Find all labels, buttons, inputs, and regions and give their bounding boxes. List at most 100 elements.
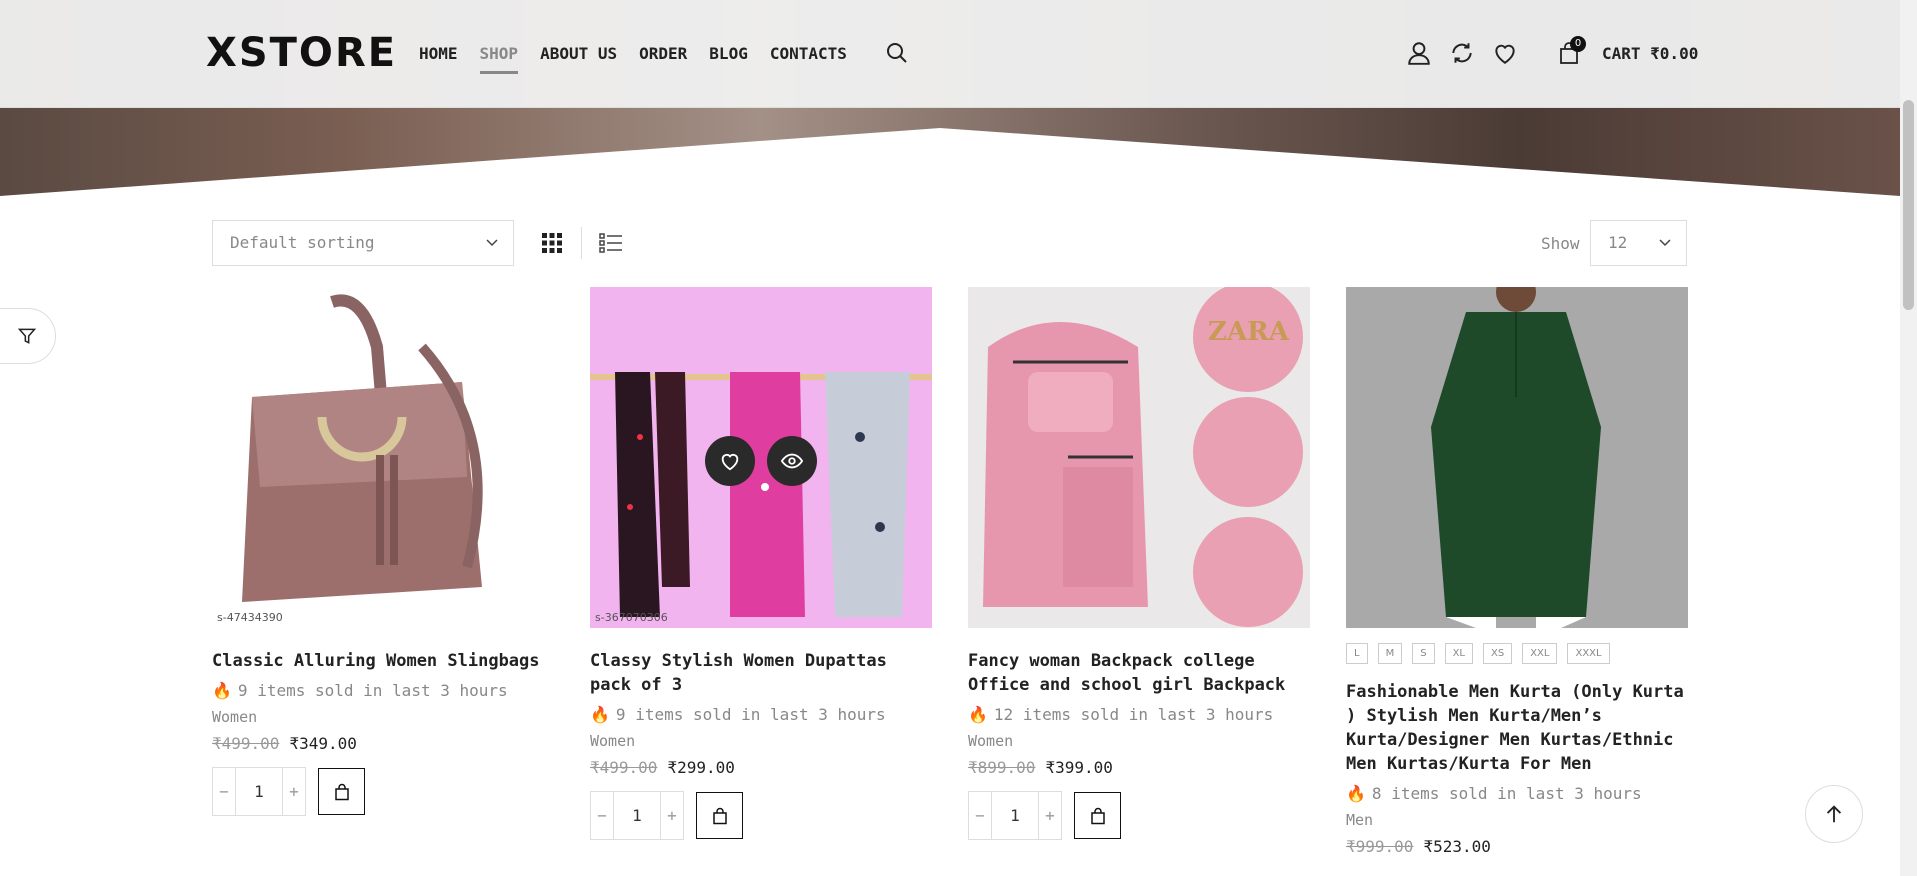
- product-price: ₹499.00 ₹349.00: [212, 734, 554, 753]
- product-price: ₹899.00 ₹399.00: [968, 758, 1310, 777]
- per-page-select[interactable]: 12: [1590, 220, 1687, 266]
- logo[interactable]: XSTORE: [206, 30, 397, 76]
- old-price: ₹999.00: [1346, 837, 1414, 856]
- per-page-value: 12: [1608, 233, 1628, 252]
- shopping-bag-icon: [1090, 807, 1105, 824]
- product-code: s-47434390: [217, 611, 283, 624]
- quantity-value[interactable]: 1: [235, 768, 283, 815]
- old-price: ₹499.00: [590, 758, 658, 777]
- product-image[interactable]: s-367070306: [590, 287, 932, 628]
- add-to-cart-row: − 1 +: [212, 767, 554, 816]
- nav-home[interactable]: HOME: [419, 44, 458, 74]
- compare-icon[interactable]: [1447, 38, 1477, 68]
- eye-icon: [781, 453, 803, 469]
- add-to-cart-row: − 1 +: [968, 791, 1310, 840]
- minus-button[interactable]: −: [591, 806, 613, 825]
- wishlist-icon[interactable]: [1490, 38, 1520, 68]
- add-to-cart-button[interactable]: [696, 792, 743, 839]
- dupattas-image: [590, 372, 932, 617]
- sold-info: 🔥 12 items sold in last 3 hours: [968, 705, 1310, 724]
- quick-view-button[interactable]: [767, 436, 817, 486]
- search-icon[interactable]: [882, 38, 912, 68]
- shopping-bag-icon: [334, 783, 349, 800]
- nav-blog[interactable]: BLOG: [709, 44, 748, 74]
- size-swatch[interactable]: L: [1346, 643, 1368, 664]
- show-label: Show: [1541, 234, 1580, 253]
- product-title[interactable]: Fashionable Men Kurta (Only Kurta ) Styl…: [1346, 680, 1688, 776]
- sale-price: ₹299.00: [667, 758, 735, 777]
- account-icon[interactable]: [1404, 38, 1434, 68]
- product-category[interactable]: Women: [968, 732, 1310, 750]
- fire-icon: 🔥: [212, 681, 232, 700]
- nav-order[interactable]: ORDER: [639, 44, 687, 74]
- back-to-top-button[interactable]: [1805, 785, 1863, 843]
- cart-total[interactable]: CART ₹0.00: [1602, 44, 1698, 63]
- size-swatch[interactable]: XXL: [1522, 643, 1558, 664]
- filter-icon: [17, 328, 37, 344]
- fire-icon: 🔥: [968, 705, 988, 724]
- sale-price: ₹399.00: [1045, 758, 1113, 777]
- list-view-icon[interactable]: [598, 230, 624, 256]
- nav-contacts[interactable]: CONTACTS: [770, 44, 847, 74]
- add-to-cart-button[interactable]: [1074, 792, 1121, 839]
- shopping-bag-icon: [712, 807, 727, 824]
- sold-info: 🔥 9 items sold in last 3 hours: [212, 681, 554, 700]
- product-category[interactable]: Men: [1346, 811, 1688, 829]
- quantity-value[interactable]: 1: [613, 792, 661, 839]
- sold-info: 🔥 9 items sold in last 3 hours: [590, 705, 932, 724]
- arrow-up-icon: [1826, 805, 1842, 823]
- scrollbar-thumb[interactable]: [1903, 100, 1914, 310]
- plus-button[interactable]: +: [661, 806, 683, 825]
- old-price: ₹899.00: [968, 758, 1036, 777]
- quantity-stepper[interactable]: − 1 +: [968, 791, 1062, 840]
- plus-button[interactable]: +: [1039, 806, 1061, 825]
- add-to-cart-row: − 1 +: [590, 791, 932, 840]
- scrollbar[interactable]: [1900, 0, 1917, 876]
- size-swatch[interactable]: M: [1377, 643, 1403, 664]
- sale-price: ₹523.00: [1423, 837, 1491, 856]
- plus-button[interactable]: +: [283, 782, 305, 801]
- sort-select[interactable]: Default sorting: [212, 220, 514, 266]
- product-title[interactable]: Fancy woman Backpack college Office and …: [968, 649, 1310, 697]
- product-price: ₹999.00 ₹523.00: [1346, 837, 1688, 856]
- filter-toggle[interactable]: [0, 308, 56, 364]
- nav-about-us[interactable]: ABOUT US: [540, 44, 617, 74]
- product-category[interactable]: Women: [590, 732, 932, 750]
- product-image[interactable]: s-47434390: [212, 287, 554, 628]
- product-card: ZARA Fancy woman Backpack college Office…: [968, 287, 1310, 840]
- grid-view-icon[interactable]: [539, 230, 565, 256]
- quantity-stepper[interactable]: − 1 +: [212, 767, 306, 816]
- sort-value: Default sorting: [230, 233, 375, 252]
- size-swatch[interactable]: XXXL: [1567, 643, 1610, 664]
- size-swatch[interactable]: S: [1412, 643, 1435, 664]
- fire-icon: 🔥: [1346, 784, 1366, 803]
- sold-text: 12 items sold in last 3 hours: [993, 705, 1274, 724]
- quantity-stepper[interactable]: − 1 +: [590, 791, 684, 840]
- product-title[interactable]: Classic Alluring Women Slingbags: [212, 649, 554, 673]
- minus-button[interactable]: −: [969, 806, 991, 825]
- fire-icon: 🔥: [590, 705, 610, 724]
- product-card: L M S XL XS XXL XXXL Fashionable Men Kur…: [1346, 287, 1688, 856]
- product-code: s-367070306: [595, 611, 668, 624]
- product-card: s-367070306 Classy Stylish Women Dupatta…: [590, 287, 932, 840]
- size-swatch[interactable]: XL: [1444, 643, 1473, 664]
- cart-count-badge: 0: [1570, 36, 1586, 52]
- sale-price: ₹349.00: [289, 734, 357, 753]
- add-to-cart-button[interactable]: [318, 768, 365, 815]
- minus-button[interactable]: −: [213, 782, 235, 801]
- sold-info: 🔥 8 items sold in last 3 hours: [1346, 784, 1688, 803]
- size-swatch[interactable]: XS: [1483, 643, 1513, 664]
- quantity-value[interactable]: 1: [991, 792, 1039, 839]
- sold-text: 9 items sold in last 3 hours: [237, 681, 508, 700]
- product-title[interactable]: Classy Stylish Women Dupattas pack of 3: [590, 649, 932, 697]
- product-category[interactable]: Women: [212, 708, 554, 726]
- product-image[interactable]: ZARA: [968, 287, 1310, 628]
- nav-shop[interactable]: SHOP: [479, 44, 519, 74]
- heart-icon: [721, 454, 739, 471]
- sold-text: 9 items sold in last 3 hours: [615, 705, 886, 724]
- main-nav: HOME SHOP ABOUT US ORDER BLOG CONTACTS: [419, 44, 847, 74]
- site-header: XSTORE HOME SHOP ABOUT US ORDER BLOG CON…: [0, 0, 1900, 108]
- add-to-wishlist-button[interactable]: [705, 436, 755, 486]
- product-image[interactable]: [1346, 287, 1688, 628]
- chevron-down-icon: [1658, 221, 1672, 282]
